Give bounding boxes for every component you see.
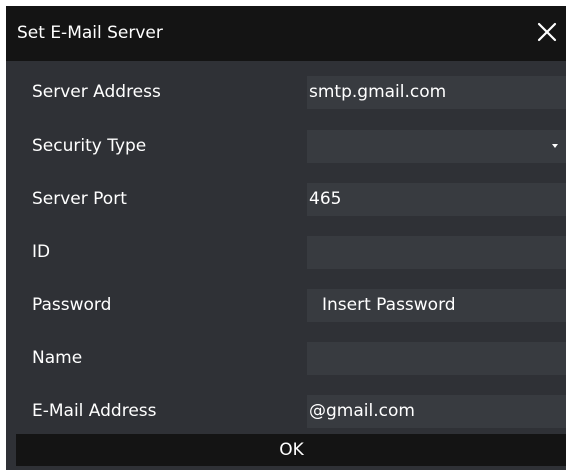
- security-type-label: Security Type: [32, 136, 147, 156]
- security-type-select[interactable]: [307, 130, 566, 163]
- name-input[interactable]: [307, 342, 566, 375]
- name-label: Name: [32, 348, 83, 368]
- name-row: Name: [6, 342, 566, 376]
- server-port-input[interactable]: 465: [307, 183, 566, 216]
- close-button[interactable]: [535, 20, 559, 44]
- server-port-label: Server Port: [32, 189, 127, 209]
- id-input[interactable]: [307, 236, 566, 269]
- dropdown-arrow-icon: [552, 144, 558, 148]
- ok-button[interactable]: OK: [16, 434, 566, 466]
- id-row: ID: [6, 236, 566, 270]
- security-type-row: Security Type: [6, 130, 566, 164]
- email-address-input[interactable]: @gmail.com: [307, 395, 566, 428]
- server-address-input[interactable]: smtp.gmail.com: [307, 76, 566, 109]
- dialog-title-bar: Set E-Mail Server: [6, 6, 566, 61]
- email-address-row: E-Mail Address @gmail.com: [6, 395, 566, 429]
- server-address-row: Server Address smtp.gmail.com: [6, 76, 566, 110]
- password-input[interactable]: Insert Password: [307, 289, 566, 322]
- set-email-server-dialog: Set E-Mail Server Server Address smtp.gm…: [6, 6, 566, 470]
- server-port-row: Server Port 465: [6, 183, 566, 217]
- password-label: Password: [32, 295, 112, 315]
- id-label: ID: [32, 242, 51, 262]
- close-icon: [537, 22, 557, 42]
- dialog-title: Set E-Mail Server: [17, 23, 163, 43]
- server-address-label: Server Address: [32, 82, 161, 102]
- email-address-label: E-Mail Address: [32, 401, 157, 421]
- password-row: Password Insert Password: [6, 289, 566, 323]
